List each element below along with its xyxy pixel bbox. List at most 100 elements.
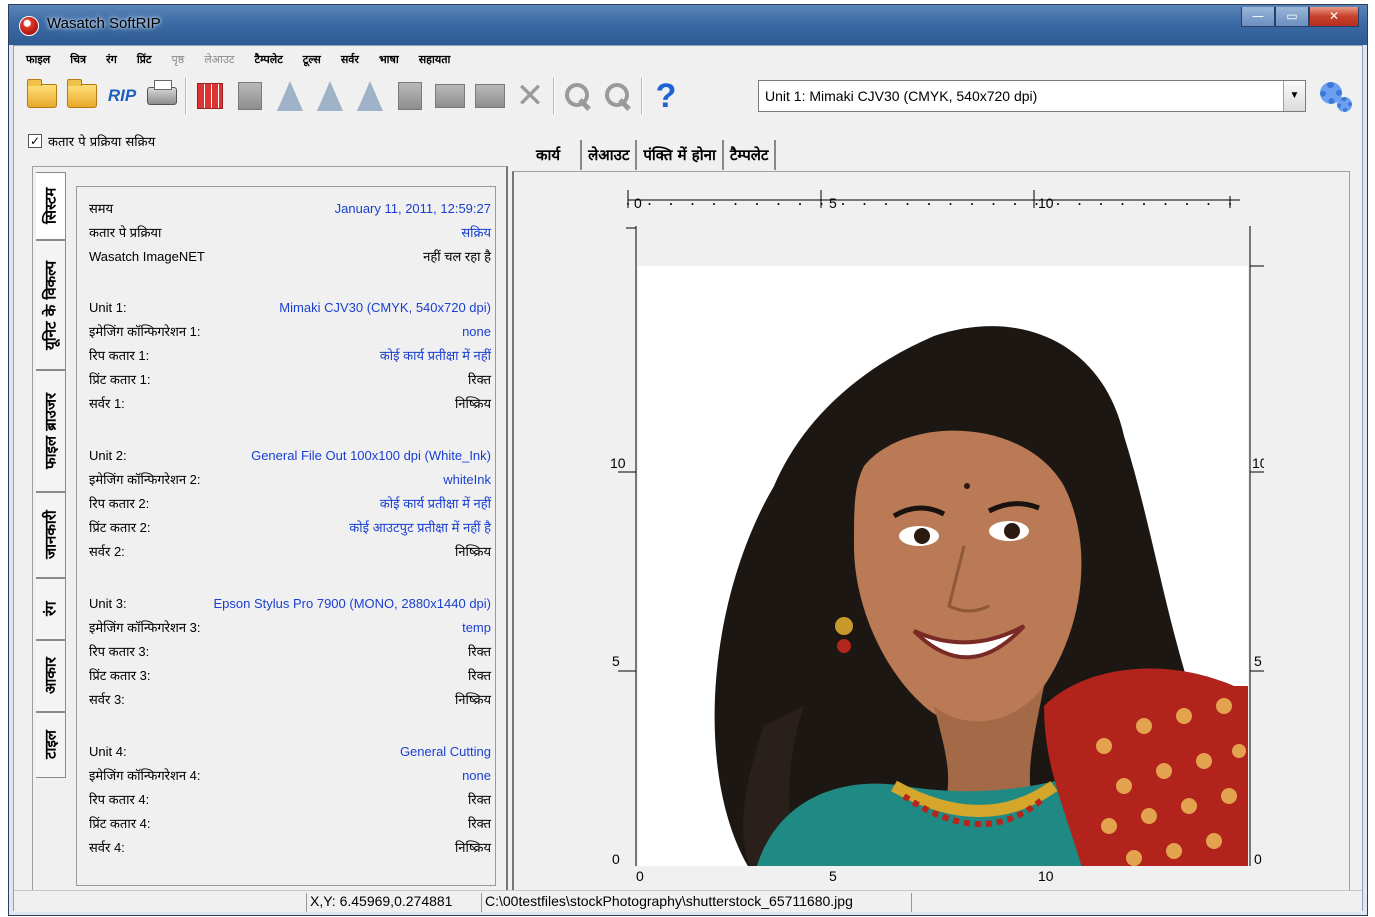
app-logo-icon[interactable]: [19, 16, 39, 36]
printer-unit-select[interactable]: Unit 1: Mimaki CJV30 (CMYK, 540x720 dpi)…: [758, 80, 1306, 112]
info-value: temp: [462, 619, 491, 635]
print-button[interactable]: [142, 76, 182, 116]
info-label: Unit 3:: [89, 595, 127, 611]
minimize-button[interactable]: —: [1241, 7, 1275, 27]
menu-print[interactable]: प्रिंट: [137, 52, 152, 67]
image-preview-canvas[interactable]: 0 5 10 10 5 0 10 5 0: [604, 186, 1264, 866]
info-label: Unit 2:: [89, 447, 127, 463]
maximize-button[interactable]: ▭: [1275, 7, 1309, 27]
rip-button[interactable]: RIP: [102, 76, 142, 116]
info-value: रिक्त: [467, 644, 491, 659]
help-button[interactable]: ?: [646, 76, 686, 116]
unit-4-rip-queue-row: रिप कतार 4: रिक्त: [89, 790, 491, 808]
tab-file-browser[interactable]: फाइल ब्राउजर: [36, 370, 66, 492]
ruler-tick: [971, 203, 973, 205]
right-ruler-label-10: 10: [1252, 455, 1264, 471]
info-label: प्रिंट कतार 2:: [89, 520, 151, 535]
open-recent-button[interactable]: [62, 76, 102, 116]
tab-unit-options[interactable]: यूनिट के विकल्प: [36, 240, 66, 370]
menu-tools[interactable]: टूल्स: [303, 52, 321, 67]
rotate-right-button[interactable]: [310, 76, 350, 116]
info-label: इमेजिंग कॉन्फिगरेशन 2:: [89, 472, 201, 487]
top-ruler-label-0: 0: [634, 195, 642, 211]
info-row-imagenet: Wasatch ImageNET नहीं चल रहा है: [89, 247, 491, 265]
ruler-tick: [1057, 203, 1059, 205]
unit-2-name-row: Unit 2: General File Out 100x100 dpi (Whi…: [89, 446, 491, 464]
right-ruler-label-5: 5: [1254, 653, 1262, 669]
tab-template[interactable]: टैम्पलेट: [724, 140, 777, 170]
zoom-out-button[interactable]: [598, 76, 638, 116]
info-label: समय: [89, 201, 114, 216]
queue-processing-toggle[interactable]: ✓ कतार पे प्रक्रिया सक्रिय: [28, 132, 155, 150]
menu-server[interactable]: सर्वर: [341, 52, 359, 67]
info-label: Unit 4:: [89, 743, 127, 759]
tab-color[interactable]: रंग: [36, 578, 66, 640]
ruler-tick: [756, 203, 758, 205]
menu-file[interactable]: फाइल: [26, 52, 50, 67]
zoom-in-icon: [565, 83, 591, 109]
info-value: कोई कार्य प्रतीक्षा में नहीं: [379, 348, 491, 363]
rotate-left-button[interactable]: [270, 76, 310, 116]
unit-4-server-row: सर्वर 4: निष्क्रिय: [89, 838, 491, 856]
menu-template[interactable]: टैम्पलेट: [254, 52, 282, 67]
unit-1-name-row: Unit 1: Mimaki CJV30 (CMYK, 540x720 dpi): [89, 298, 491, 316]
tile-button[interactable]: [190, 76, 230, 116]
info-label: Unit 1:: [89, 299, 127, 315]
zoom-in-button[interactable]: [558, 76, 598, 116]
info-value: Mimaki CJV30 (CMYK, 540x720 dpi): [279, 299, 491, 315]
bottom-ruler-labels: 0 5 10: [604, 868, 1264, 888]
close-button[interactable]: ✕: [1309, 7, 1359, 27]
page-icon: [238, 82, 262, 110]
tile-grid-icon: [197, 83, 223, 109]
bottom-ruler-label-0: 0: [636, 868, 644, 884]
menu-language[interactable]: भाषा: [379, 52, 399, 67]
tab-system[interactable]: सिस्टम: [36, 172, 66, 240]
unit-2-rip-queue-row: रिप कतार 2: कोई कार्य प्रतीक्षा में नहीं: [89, 494, 491, 512]
chevron-down-icon[interactable]: ▼: [1283, 81, 1305, 111]
tab-tile[interactable]: टाइल: [36, 712, 66, 778]
open-button[interactable]: [22, 76, 62, 116]
ruler-tick: [1229, 203, 1231, 205]
ruler-tick: [1164, 203, 1167, 205]
queue-checkbox[interactable]: ✓: [28, 134, 42, 148]
ruler-tick: [648, 203, 651, 205]
tab-queue[interactable]: पंक्ति में होना: [637, 140, 724, 170]
ruler-tick: [885, 203, 887, 205]
open-folder-icon: [27, 79, 57, 108]
info-value: रिक्त: [467, 372, 491, 387]
unit-1-rip-queue-row: रिप कतार 1: कोई कार्य प्रतीक्षा में नहीं: [89, 346, 491, 364]
title-bar[interactable]: Wasatch SoftRIP — ▭ ✕: [9, 5, 1367, 45]
info-label: इमेजिंग कॉन्फिगरेशन 1:: [89, 324, 201, 339]
ruler-tick: [734, 203, 737, 205]
menu-help[interactable]: सहायता: [419, 52, 451, 67]
menu-color[interactable]: रंग: [106, 52, 117, 67]
menu-page: पृष्ठ: [171, 52, 185, 66]
top-ruler-label-5: 5: [829, 195, 837, 211]
ruler-tick: [1014, 203, 1016, 205]
preview-tab-strip: कार्य लेआउट पंक्ति में होना टैम्पलेट: [524, 140, 777, 170]
preview-image[interactable]: [638, 266, 1248, 866]
copies-icon: [475, 84, 505, 108]
info-value: रिक्त: [467, 792, 491, 807]
tab-job[interactable]: कार्य: [524, 140, 583, 170]
unit-3-print-queue-row: प्रिंट कतार 3: रिक्त: [89, 666, 491, 684]
info-value: निष्क्रिय: [454, 544, 491, 559]
folder-icon: [67, 79, 97, 108]
unit-3-config-row: इमेजिंग कॉन्फिगरेशन 3: temp: [89, 618, 491, 636]
info-label: सर्वर 1:: [89, 396, 125, 411]
top-ruler-label-10: 10: [1038, 195, 1054, 211]
tab-layout[interactable]: लेआउट: [582, 140, 638, 170]
tab-info[interactable]: जानकारी: [36, 492, 66, 578]
left-ruler-label-10: 10: [610, 455, 626, 471]
settings-gear-icon[interactable]: [1320, 82, 1352, 112]
info-value: Epson Stylus Pro 7900 (MONO, 2880x1440 d…: [213, 595, 491, 611]
info-value: January 11, 2011, 12:59:27: [334, 200, 491, 216]
menu-image[interactable]: चित्र: [70, 52, 86, 67]
info-value: none: [462, 323, 491, 339]
ruler-tick: [1078, 203, 1081, 205]
gear-small-icon: [1337, 97, 1352, 112]
tab-size[interactable]: आकार: [36, 640, 66, 712]
info-label: Wasatch ImageNET: [89, 248, 205, 264]
ruler-tick: [670, 203, 672, 205]
mirror-button[interactable]: [350, 76, 390, 116]
